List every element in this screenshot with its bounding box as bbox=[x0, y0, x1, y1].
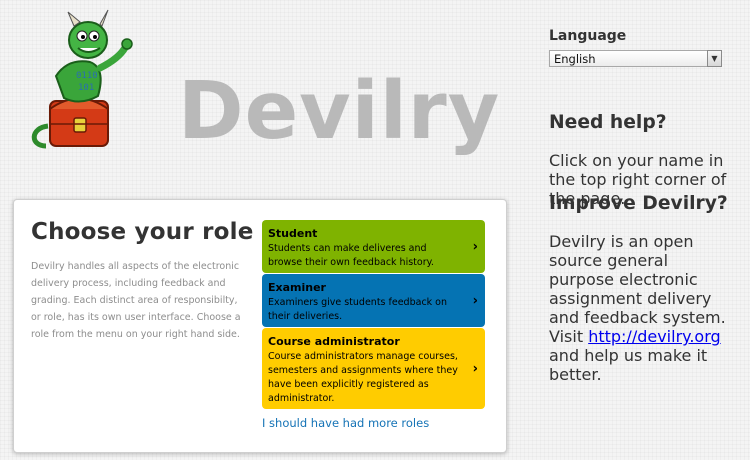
intro-text: Devilry handles all aspects of the elect… bbox=[31, 261, 241, 340]
devil-mascot-icon: 0110 101 bbox=[31, 9, 133, 149]
improve-heading: Improve Devilry? bbox=[549, 192, 728, 214]
devilry-website-link[interactable]: http://devilry.org bbox=[588, 327, 720, 346]
role-course-administrator-button[interactable]: Course administrator Course administrato… bbox=[262, 328, 485, 409]
role-title: Course administrator bbox=[268, 335, 400, 348]
choose-role-panel: Choose your role Devilry handles all asp… bbox=[13, 199, 507, 453]
role-description: Students can make deliveres and browse t… bbox=[268, 243, 434, 268]
improve-section: Improve Devilry? Devilry is an open sour… bbox=[549, 174, 734, 400]
language-section: Language English ▼ bbox=[549, 28, 729, 67]
chevron-right-icon: › bbox=[472, 293, 478, 308]
help-heading: Need help? bbox=[549, 111, 667, 133]
page-title: Choose your role bbox=[31, 219, 254, 245]
chevron-down-icon[interactable]: ▼ bbox=[707, 50, 722, 67]
svg-text:0110: 0110 bbox=[76, 71, 98, 81]
svg-text:101: 101 bbox=[78, 83, 94, 93]
brand-title: Devilry bbox=[178, 65, 501, 157]
role-title: Examiner bbox=[268, 281, 326, 294]
role-menu: Student Students can make deliveres and … bbox=[262, 220, 485, 410]
chevron-right-icon: › bbox=[472, 239, 478, 254]
role-description: Course administrators manage courses, se… bbox=[268, 351, 458, 404]
improve-text-after: and help us make it better. bbox=[549, 346, 708, 385]
role-title: Student bbox=[268, 227, 318, 240]
role-student-button[interactable]: Student Students can make deliveres and … bbox=[262, 220, 485, 273]
more-roles-link[interactable]: I should have had more roles bbox=[262, 416, 429, 430]
role-description: Examiners give students feedback on thei… bbox=[268, 297, 448, 322]
role-examiner-button[interactable]: Examiner Examiners give students feedbac… bbox=[262, 274, 485, 327]
improve-text: Devilry is an open source general purpos… bbox=[549, 232, 734, 384]
chevron-right-icon: › bbox=[472, 361, 478, 376]
language-select[interactable]: English ▼ bbox=[549, 50, 722, 67]
language-selected-value: English bbox=[554, 52, 596, 66]
language-heading: Language bbox=[549, 28, 627, 44]
devilry-logo: 0110 101 bbox=[28, 6, 138, 156]
